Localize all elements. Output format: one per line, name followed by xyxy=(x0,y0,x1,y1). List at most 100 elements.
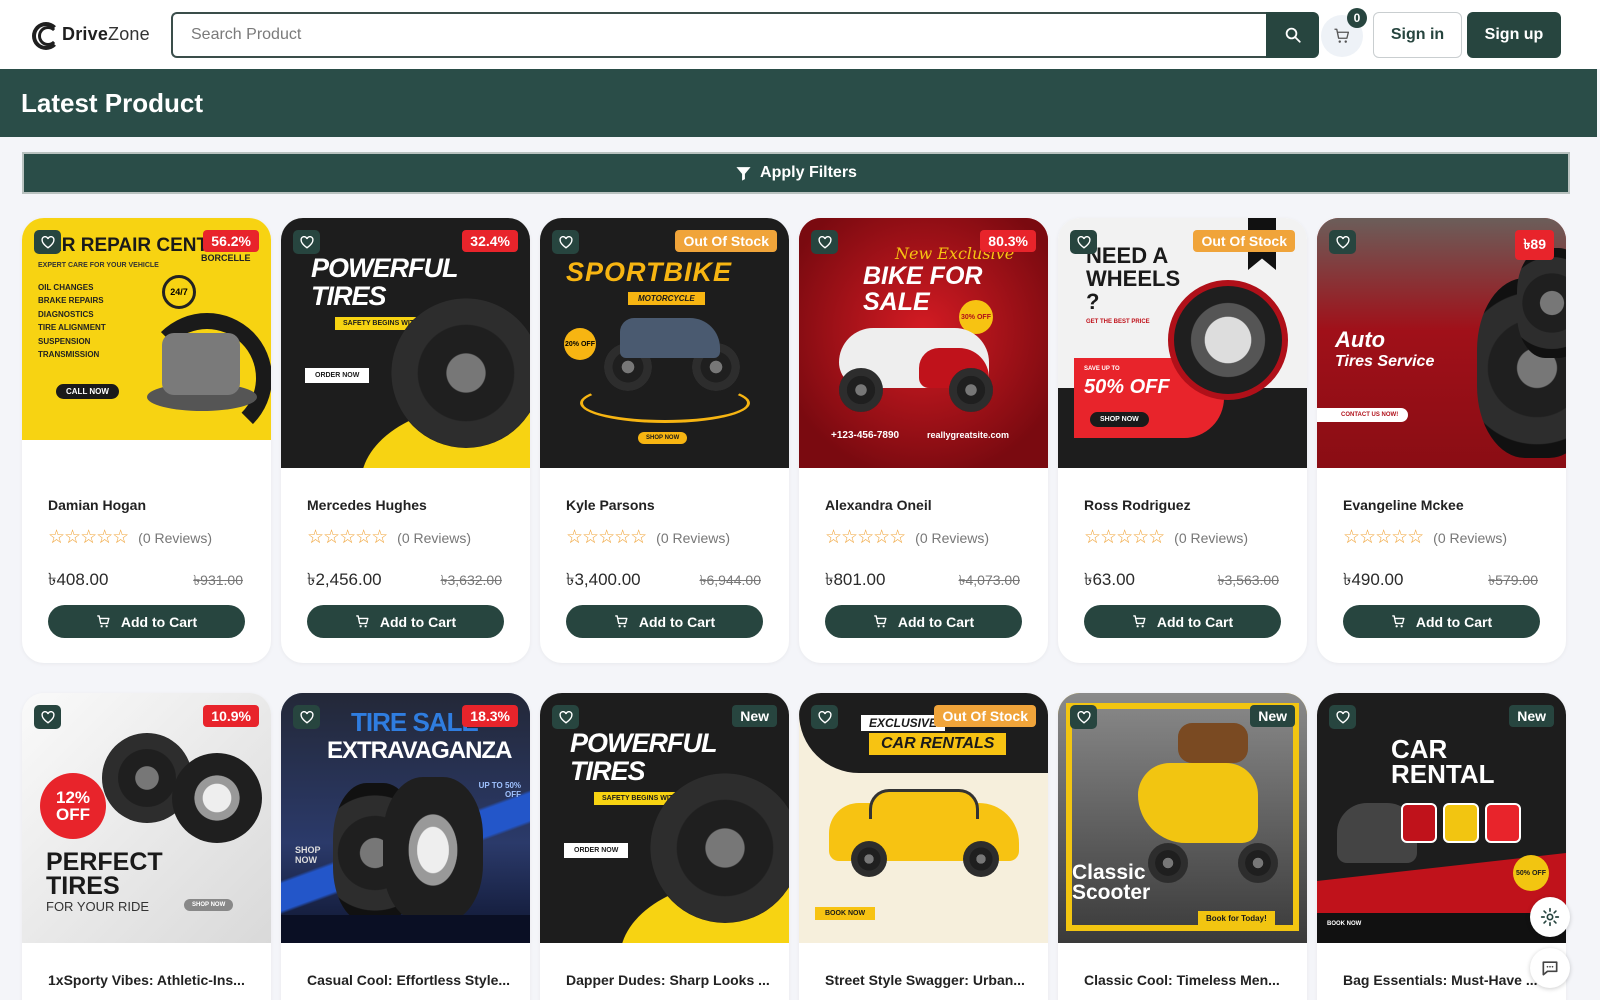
product-name[interactable]: Kyle Parsons xyxy=(566,497,771,513)
original-price: ৳931.00 xyxy=(193,572,243,588)
original-price: ৳3,632.00 xyxy=(440,572,502,588)
product-name[interactable]: Classic Cool: Timeless Men... xyxy=(1084,972,1289,988)
current-price: ৳490.00 xyxy=(1343,570,1404,589)
product-image[interactable]: New POWERFUL TIRES SAFETY BEGINS WITH GO… xyxy=(540,693,789,943)
art-title2: CAR RENTALS xyxy=(869,733,1007,755)
product-card[interactable]: 80.3% New Exclusive BIKE FOR SALE 30% OF… xyxy=(799,218,1048,663)
product-image[interactable]: New CAR RENTAL 50% OFF BOOK NOW xyxy=(1317,693,1566,943)
star-rating-icon: ☆☆☆☆☆ xyxy=(307,527,388,548)
product-image[interactable]: 32.4% POWERFUL TIRES SAFETY BEGINS WITH … xyxy=(281,218,530,468)
product-name[interactable]: Dapper Dudes: Sharp Looks ... xyxy=(566,972,771,988)
search-input[interactable] xyxy=(171,12,1266,58)
product-name[interactable]: Alexandra Oneil xyxy=(825,497,1030,513)
art-cta: ORDER NOW xyxy=(564,843,629,858)
heart-icon xyxy=(817,710,832,724)
review-count: (0 Reviews) xyxy=(1433,529,1508,546)
product-name[interactable]: Evangeline Mckee xyxy=(1343,497,1548,513)
product-image[interactable]: Out Of Stock EXCLUSIVE CAR RENTALS BOOK … xyxy=(799,693,1048,943)
art-cta: Book for Today! xyxy=(1198,911,1275,926)
original-price: ৳6,944.00 xyxy=(699,572,761,588)
product-card[interactable]: New Classic Scooter Book for Today! Class… xyxy=(1058,693,1307,1000)
product-image[interactable]: 10.9% 12% OFF PERFECT TIRES FOR YOUR RID… xyxy=(22,693,271,943)
gear-icon xyxy=(1540,907,1560,927)
heart-icon xyxy=(817,235,832,249)
art-title2: EXTRAVAGANZA xyxy=(327,737,512,764)
art-cta: CONTACT US NOW! xyxy=(1317,408,1409,422)
product-card[interactable]: Out Of Stock NEED A WHEELS ? GET THE BES… xyxy=(1058,218,1307,663)
promo-art: 12% OFF PERFECT TIRES FOR YOUR RIDE SHOP… xyxy=(22,693,271,943)
wishlist-button[interactable] xyxy=(1070,705,1097,729)
product-card[interactable]: New POWERFUL TIRES SAFETY BEGINS WITH GO… xyxy=(540,693,789,1000)
wishlist-button[interactable] xyxy=(1329,705,1356,729)
product-name[interactable]: Casual Cool: Effortless Style... xyxy=(307,972,512,988)
product-image[interactable]: 80.3% New Exclusive BIKE FOR SALE 30% OF… xyxy=(799,218,1048,468)
product-card[interactable]: Out Of Stock SPORTBIKE MOTORCYCLE 20% OF… xyxy=(540,218,789,663)
add-to-cart-button[interactable]: Add to Cart xyxy=(825,605,1022,638)
promo-art: NEED A WHEELS ? GET THE BEST PRICE SAVE … xyxy=(1058,218,1307,468)
wishlist-button[interactable] xyxy=(34,705,61,729)
add-to-cart-button[interactable]: Add to Cart xyxy=(566,605,763,638)
product-card[interactable]: 32.4% POWERFUL TIRES SAFETY BEGINS WITH … xyxy=(281,218,530,663)
wishlist-button[interactable] xyxy=(293,705,320,729)
product-name[interactable]: Mercedes Hughes xyxy=(307,497,512,513)
apply-filters-button[interactable]: Apply Filters xyxy=(22,152,1570,194)
art-title: BIKE FOR SALE xyxy=(863,262,983,317)
promo-art: AR REPAIR CENTER EXPERT CARE FOR YOUR VE… xyxy=(22,218,271,468)
product-card[interactable]: 10.9% 12% OFF PERFECT TIRES FOR YOUR RID… xyxy=(22,693,271,1000)
wishlist-button[interactable] xyxy=(34,230,61,254)
search-button[interactable] xyxy=(1266,12,1319,58)
product-image[interactable]: 18.3% TIRE SALE EXTRAVAGANZA UP TO 50% O… xyxy=(281,693,530,943)
art-cta: BOOK NOW xyxy=(1327,921,1362,927)
product-card[interactable]: New CAR RENTAL 50% OFF BOOK NOW Bag Essen… xyxy=(1317,693,1566,1000)
product-image[interactable]: New Classic Scooter Book for Today! xyxy=(1058,693,1307,943)
art-title: Classic Scooter xyxy=(1072,861,1151,904)
brand-logo[interactable]: DriveZone xyxy=(30,15,170,55)
brand-name: DriveZone xyxy=(62,24,150,44)
product-image[interactable]: Out Of Stock SPORTBIKE MOTORCYCLE 20% OF… xyxy=(540,218,789,468)
add-to-cart-button[interactable]: Add to Cart xyxy=(1343,605,1540,638)
product-card[interactable]: 18.3% TIRE SALE EXTRAVAGANZA UP TO 50% O… xyxy=(281,693,530,1000)
product-image[interactable]: ৳89 Auto Tires Service CONTACT US NOW! xyxy=(1317,218,1566,468)
art-offer: 50% OFF xyxy=(1513,855,1549,891)
review-count: (0 Reviews) xyxy=(915,529,990,546)
cart-count-badge: 0 xyxy=(1347,8,1367,28)
art-cta: SHOP NOW xyxy=(1090,412,1149,427)
wishlist-button[interactable] xyxy=(1329,230,1356,254)
add-to-cart-button[interactable]: Add to Cart xyxy=(48,605,245,638)
product-card[interactable]: 56.2% AR REPAIR CENTER EXPERT CARE FOR Y… xyxy=(22,218,271,663)
stock-badge: Out Of Stock xyxy=(934,705,1036,727)
product-card[interactable]: Out Of Stock EXCLUSIVE CAR RENTALS BOOK … xyxy=(799,693,1048,1000)
product-name[interactable]: Street Style Swagger: Urban... xyxy=(825,972,1030,988)
chat-icon xyxy=(1542,961,1558,976)
sign-up-button[interactable]: Sign up xyxy=(1467,12,1561,58)
stock-badge: Out Of Stock xyxy=(675,230,777,252)
wishlist-button[interactable] xyxy=(552,705,579,729)
promo-art: New Exclusive BIKE FOR SALE 30% OFF +123… xyxy=(799,218,1048,468)
product-image[interactable]: 56.2% AR REPAIR CENTER EXPERT CARE FOR Y… xyxy=(22,218,271,468)
add-to-cart-button[interactable]: Add to Cart xyxy=(1084,605,1281,638)
chat-button[interactable] xyxy=(1530,948,1570,988)
art-offer: 50% OFF xyxy=(1084,376,1170,398)
product-name[interactable]: Bag Essentials: Must-Have ... xyxy=(1343,972,1548,988)
heart-icon xyxy=(1076,235,1091,249)
star-rating-icon: ☆☆☆☆☆ xyxy=(48,527,129,548)
product-name[interactable]: Ross Rodriguez xyxy=(1084,497,1289,513)
product-name[interactable]: 1xSporty Vibes: Athletic-Ins... xyxy=(48,972,253,988)
wishlist-button[interactable] xyxy=(293,230,320,254)
original-price: ৳3,563.00 xyxy=(1217,572,1279,588)
art-cta: BOOK NOW xyxy=(815,907,876,920)
product-image[interactable]: Out Of Stock NEED A WHEELS ? GET THE BES… xyxy=(1058,218,1307,468)
wishlist-button[interactable] xyxy=(1070,230,1097,254)
wishlist-button[interactable] xyxy=(552,230,579,254)
art-cta: SHOP NOW xyxy=(184,899,234,911)
sign-in-button[interactable]: Sign in xyxy=(1373,12,1462,58)
art-badge: 12% OFF xyxy=(40,773,106,839)
add-to-cart-button[interactable]: Add to Cart xyxy=(307,605,504,638)
wishlist-button[interactable] xyxy=(811,705,838,729)
wishlist-button[interactable] xyxy=(811,230,838,254)
product-card[interactable]: ৳89 Auto Tires Service CONTACT US NOW! E… xyxy=(1317,218,1566,663)
review-count: (0 Reviews) xyxy=(397,529,472,546)
settings-button[interactable] xyxy=(1530,897,1570,937)
product-name[interactable]: Damian Hogan xyxy=(48,497,253,513)
promo-art: POWERFUL TIRES SAFETY BEGINS WITH GOOD T… xyxy=(540,693,789,943)
